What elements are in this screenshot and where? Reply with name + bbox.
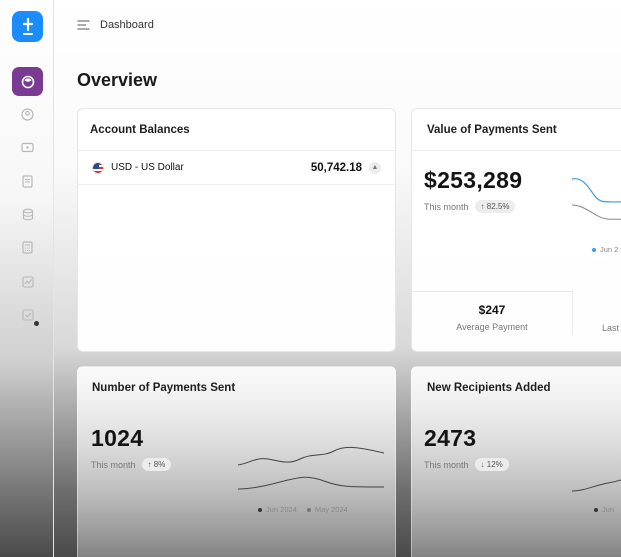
wallet-icon [21,142,34,153]
chart-legend: Jun 2024 May 2024 [258,505,348,514]
count-chart [238,446,385,490]
change-badge: ↑ 8% [141,458,172,471]
user-circle-icon [21,108,34,121]
card-title: Account Balances [78,109,395,151]
chart-icon [21,275,34,288]
sidebar [0,0,54,557]
arrow-up-icon: ▲ [369,161,381,174]
document-icon [22,175,33,188]
series-current-line [572,479,621,492]
recipients-chart [572,479,621,492]
balance-row[interactable]: USD - US Dollar 50,742.18 ▲ [78,151,395,185]
sidebar-item-profile[interactable] [12,100,43,129]
legend-current: Jun 2024 [258,505,297,514]
notification-dot [34,321,39,326]
currency-label: USD - US Dollar [111,162,184,173]
card-title: Number of Payments Sent [92,382,236,394]
average-payment-value: $247 [478,303,506,317]
average-payment-label: Average Payment [456,322,528,332]
card-title: Value of Payments Sent [412,109,621,151]
balance-amount: 50,742.18 [310,161,362,174]
legend-previous: May 2024 [306,505,348,514]
page-breadcrumb: Dashboard [100,19,154,31]
period-label: This month [91,459,136,470]
series-current-line [572,178,621,203]
sidebar-item-documents[interactable] [12,167,43,196]
new-recipients-card: New Recipients Added 2473 This month ↓ 1… [411,366,621,557]
card-title: New Recipients Added [427,382,551,394]
calculator-icon [22,241,33,254]
payments-value: $253,289 [424,167,523,193]
change-badge: ↓ 12% [474,458,509,471]
series-previous-line [572,204,621,220]
sidebar-item-wallet[interactable] [12,133,43,162]
value-payments-card: Value of Payments Sent $253,289 This mon… [411,108,621,352]
legend-current: Jun 2 [592,245,618,254]
app-logo[interactable] [12,11,43,42]
dashboard-icon [21,75,34,88]
sidebar-item-dashboard[interactable] [12,67,43,96]
sidebar-item-database[interactable] [12,200,43,229]
sidebar-item-calculator[interactable] [12,233,43,262]
series-previous-line [238,476,385,490]
database-icon [22,208,33,221]
legend-current: Jun [594,505,614,514]
value-chart [572,178,621,220]
menu-icon[interactable] [77,20,90,30]
sidebar-item-analytics[interactable] [12,267,43,296]
checklist-icon [21,308,34,321]
us-flag-icon [92,161,104,174]
last-payment-label: Last [602,323,620,333]
chart-legend: Jun [594,505,614,514]
logo-icon [22,17,33,35]
period-label: This month [424,201,469,212]
page-title: Overview [77,70,158,90]
series-current-line [238,446,385,466]
period-label: This month [424,459,469,470]
number-payments-card: Number of Payments Sent 1024 This month … [77,366,396,557]
topbar: Dashboard [77,19,154,31]
chart-legend: Jun 2 [592,245,618,254]
change-badge: ↑ 82.5% [474,200,516,213]
account-balances-card: Account Balances USD - US Dollar 50,742.… [77,108,396,352]
recipients-count: 2473 [424,425,477,451]
payments-count: 1024 [91,425,144,451]
